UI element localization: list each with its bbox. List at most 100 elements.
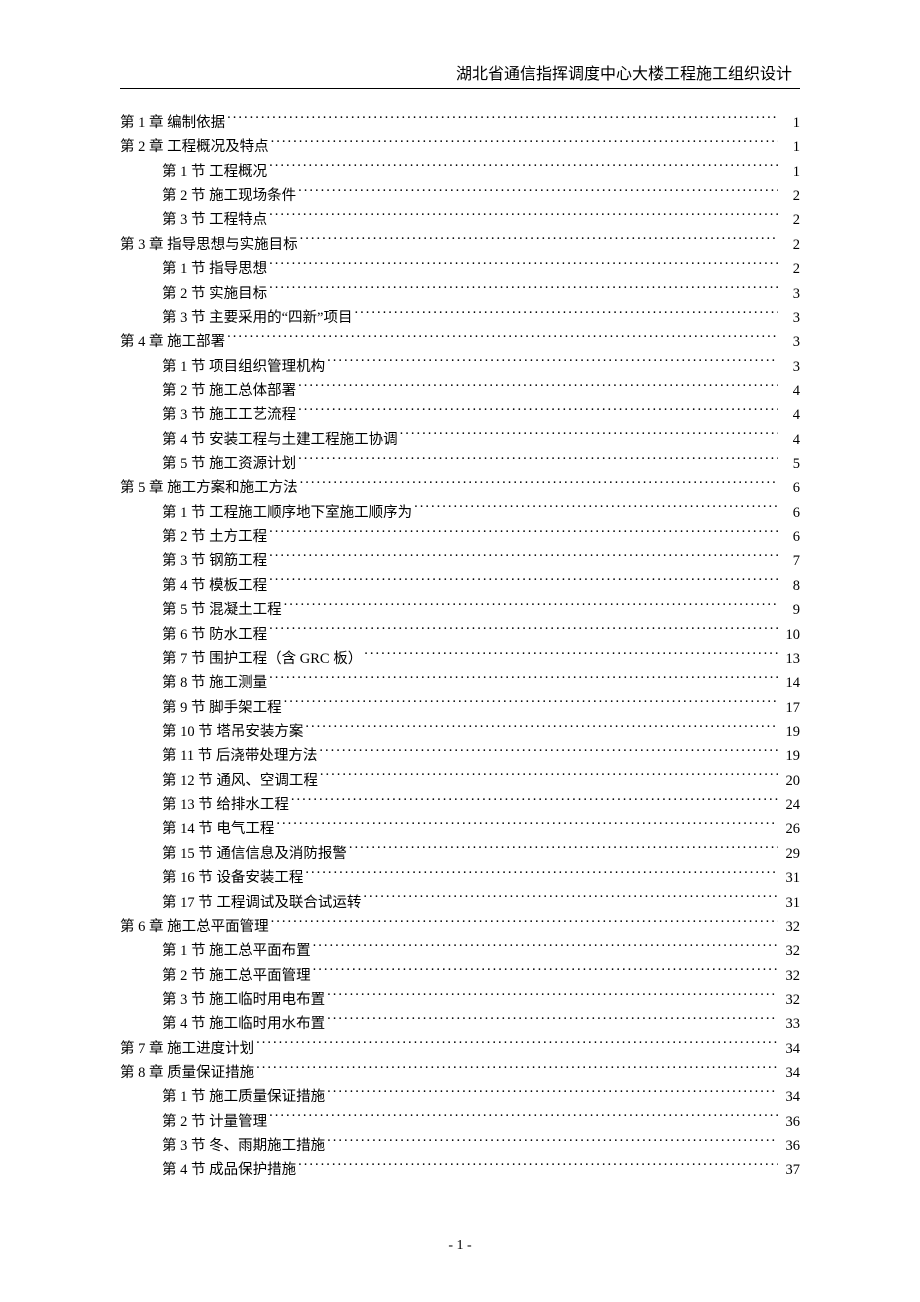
toc-leader-dots <box>269 624 778 639</box>
toc-entry: 第 14 节 电气工程26 <box>120 817 800 841</box>
toc-entry: 第 4 节 施工临时用水布置33 <box>120 1012 800 1036</box>
header-rule <box>120 88 800 89</box>
toc-entry-label: 第 2 章 工程概况及特点 <box>120 135 269 159</box>
toc-entry-page: 6 <box>780 501 800 525</box>
toc-entry-page: 34 <box>780 1061 800 1085</box>
toc-entry-label: 第 2 节 施工总体部署 <box>120 379 296 403</box>
toc-entry-page: 34 <box>780 1085 800 1109</box>
toc-entry-page: 34 <box>780 1037 800 1061</box>
toc-entry-label: 第 1 章 编制依据 <box>120 111 225 135</box>
toc-leader-dots <box>269 161 778 176</box>
toc-entry-label: 第 5 节 施工资源计划 <box>120 452 296 476</box>
toc-entry-label: 第 4 节 安装工程与土建工程施工协调 <box>120 428 398 452</box>
toc-leader-dots <box>284 697 778 712</box>
table-of-contents: 第 1 章 编制依据 1第 2 章 工程概况及特点 1第 1 节 工程概况 1 第 2 … <box>120 111 800 1183</box>
toc-leader-dots <box>269 551 778 566</box>
toc-entry-label: 第 8 章 质量保证措施 <box>120 1061 254 1085</box>
toc-entry-label: 第 3 节 钢筋工程 <box>120 549 267 573</box>
toc-entry-label: 第 2 节 计量管理 <box>120 1110 267 1134</box>
toc-leader-dots <box>269 283 778 298</box>
toc-leader-dots <box>319 746 778 761</box>
toc-entry-page: 7 <box>780 549 800 573</box>
toc-entry: 第 1 节 指导思想2 <box>120 257 800 281</box>
toc-entry: 第 4 节 成品保护措施37 <box>120 1158 800 1182</box>
toc-entry-label: 第 2 节 土方工程 <box>120 525 267 549</box>
toc-entry-label: 第 7 章 施工进度计划 <box>120 1037 254 1061</box>
toc-entry: 第 7 节 围护工程（含 GRC 板）13 <box>120 647 800 671</box>
toc-leader-dots <box>400 429 778 444</box>
toc-leader-dots <box>291 795 778 810</box>
toc-leader-dots <box>256 1038 778 1053</box>
toc-entry-page: 32 <box>780 964 800 988</box>
toc-entry: 第 6 章 施工总平面管理 32 <box>120 915 800 939</box>
toc-entry-page: 9 <box>780 598 800 622</box>
toc-leader-dots <box>256 1063 778 1078</box>
toc-entry: 第 2 节 施工现场条件2 <box>120 184 800 208</box>
toc-entry: 第 3 节 冬、雨期施工措施36 <box>120 1134 800 1158</box>
toc-leader-dots <box>227 332 778 347</box>
toc-entry-page: 29 <box>780 842 800 866</box>
toc-entry: 第 3 节 工程特点2 <box>120 208 800 232</box>
toc-entry-page: 31 <box>780 891 800 915</box>
toc-entry: 第 6 节 防水工程10 <box>120 623 800 647</box>
toc-entry-page: 24 <box>780 793 800 817</box>
toc-entry-page: 3 <box>780 330 800 354</box>
toc-leader-dots <box>269 1111 778 1126</box>
toc-entry: 第 3 节 施工工艺流程4 <box>120 403 800 427</box>
toc-entry-page: 32 <box>780 915 800 939</box>
toc-entry: 第 13 节 给排水工程24 <box>120 793 800 817</box>
page-header: 湖北省通信指挥调度中心大楼工程施工组织设计 <box>120 60 800 84</box>
toc-leader-dots <box>269 527 778 542</box>
toc-entry-label: 第 1 节 指导思想 <box>120 257 267 281</box>
toc-entry: 第 1 节 项目组织管理机构3 <box>120 355 800 379</box>
toc-leader-dots <box>327 356 778 371</box>
toc-entry-page: 32 <box>780 939 800 963</box>
toc-leader-dots <box>300 478 778 493</box>
toc-entry-label: 第 3 节 主要采用的“四新”项目 <box>120 306 353 330</box>
toc-entry: 第 1 节 施工质量保证措施34 <box>120 1085 800 1109</box>
toc-leader-dots <box>269 259 778 274</box>
toc-entry-page: 32 <box>780 988 800 1012</box>
toc-entry-label: 第 1 节 工程概况 <box>120 160 267 184</box>
toc-entry-page: 1 <box>780 111 800 135</box>
toc-entry: 第 12 节 通风、空调工程20 <box>120 769 800 793</box>
toc-entry-page: 8 <box>780 574 800 598</box>
header-title: 湖北省通信指挥调度中心大楼工程施工组织设计 <box>456 66 792 83</box>
toc-entry-label: 第 5 节 混凝土工程 <box>120 598 282 622</box>
toc-leader-dots <box>305 721 778 736</box>
toc-entry-label: 第 17 节 工程调试及联合试运转 <box>120 891 361 915</box>
toc-entry-page: 20 <box>780 769 800 793</box>
toc-leader-dots <box>355 307 779 322</box>
toc-entry: 第 11 节 后浇带处理方法19 <box>120 744 800 768</box>
toc-entry-label: 第 4 章 施工部署 <box>120 330 225 354</box>
toc-entry-page: 5 <box>780 452 800 476</box>
toc-leader-dots <box>313 965 778 980</box>
toc-entry-page: 10 <box>780 623 800 647</box>
toc-entry: 第 3 节 施工临时用电布置32 <box>120 988 800 1012</box>
toc-leader-dots <box>269 575 778 590</box>
toc-entry: 第 2 节 计量管理36 <box>120 1110 800 1134</box>
toc-leader-dots <box>327 1087 778 1102</box>
toc-leader-dots <box>276 819 778 834</box>
toc-entry: 第 2 章 工程概况及特点 1 <box>120 135 800 159</box>
toc-entry: 第 17 节 工程调试及联合试运转 31 <box>120 891 800 915</box>
toc-leader-dots <box>271 137 778 152</box>
toc-entry-label: 第 6 章 施工总平面管理 <box>120 915 269 939</box>
toc-entry-page: 2 <box>780 208 800 232</box>
toc-entry-page: 1 <box>780 135 800 159</box>
toc-leader-dots <box>320 770 778 785</box>
toc-entry-label: 第 15 节 通信信息及消防报警 <box>120 842 347 866</box>
toc-leader-dots <box>300 234 778 249</box>
page-number: - 1 - <box>448 1238 471 1253</box>
toc-leader-dots <box>269 210 778 225</box>
toc-entry-label: 第 3 节 施工工艺流程 <box>120 403 296 427</box>
toc-entry-page: 6 <box>780 476 800 500</box>
toc-entry: 第 9 节 脚手架工程17 <box>120 696 800 720</box>
toc-entry: 第 1 节 施工总平面布置32 <box>120 939 800 963</box>
toc-entry-page: 2 <box>780 184 800 208</box>
toc-entry: 第 5 章 施工方案和施工方法6 <box>120 476 800 500</box>
toc-entry: 第 3 章 指导思想与实施目标2 <box>120 233 800 257</box>
toc-entry: 第 5 节 施工资源计划 5 <box>120 452 800 476</box>
toc-leader-dots <box>284 600 778 615</box>
toc-entry-page: 3 <box>780 282 800 306</box>
